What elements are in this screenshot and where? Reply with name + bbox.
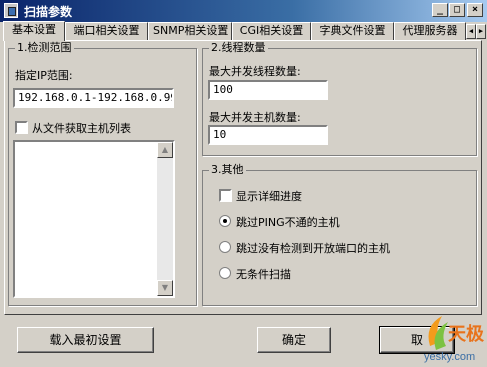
unconditional-scan-label: 无条件扫描 — [236, 268, 291, 281]
max-threads-label: 最大并发线程数量: — [209, 65, 301, 78]
skip-no-open-port-label: 跳过没有检测到开放端口的主机 — [236, 242, 390, 255]
max-hosts-label: 最大并发主机数量: — [209, 111, 301, 124]
thread-count-group-title: 2.线程数量 — [209, 41, 268, 55]
scroll-down-icon[interactable]: ▼ — [157, 280, 173, 296]
host-list-box[interactable]: ▲ ▼ — [13, 140, 175, 298]
show-progress-checkbox[interactable] — [219, 189, 232, 202]
title-bar: 扫描参数 _ □ × — [0, 0, 487, 22]
minimize-button[interactable]: _ — [432, 3, 448, 17]
window-title: 扫描参数 — [24, 5, 73, 19]
other-options-group-title: 3.其他 — [209, 163, 246, 177]
svg-text:yesky.com: yesky.com — [424, 351, 475, 363]
load-defaults-button[interactable]: 载入最初设置 — [17, 327, 154, 353]
maximize-button[interactable]: □ — [449, 3, 465, 17]
tab-proxy-server[interactable]: 代理服务器 — [394, 22, 466, 40]
show-progress-label: 显示详细进度 — [236, 190, 302, 203]
from-file-checkbox[interactable] — [15, 121, 28, 134]
skip-no-open-port-radio[interactable] — [219, 241, 231, 253]
tab-snmp-settings[interactable]: SNMP相关设置 — [148, 22, 232, 40]
from-file-label: 从文件获取主机列表 — [32, 122, 131, 135]
tab-scroll-left-button[interactable]: ◀ — [466, 24, 476, 39]
skip-ping-label: 跳过PING不通的主机 — [236, 216, 340, 229]
tab-dictionary-settings[interactable]: 字典文件设置 — [311, 22, 394, 40]
tab-cgi-settings[interactable]: CGI相关设置 — [232, 22, 311, 40]
ok-button[interactable]: 确定 — [257, 327, 331, 353]
ip-range-label: 指定IP范围: — [15, 69, 73, 82]
tab-basic-settings[interactable]: 基本设置 — [3, 21, 65, 41]
yesky-watermark-logo: 天极 yesky.com — [420, 306, 485, 364]
scan-range-group-title: 1.检测范围 — [15, 41, 74, 55]
radio-selected-dot — [223, 219, 227, 223]
max-threads-input[interactable]: 100 — [208, 80, 328, 100]
yesky-logo-icon: 天极 yesky.com — [424, 316, 485, 363]
close-button[interactable]: × — [467, 3, 483, 17]
max-hosts-input[interactable]: 10 — [208, 125, 328, 145]
svg-text:天极: 天极 — [448, 324, 484, 344]
scroll-up-icon[interactable]: ▲ — [157, 142, 173, 158]
tab-port-settings[interactable]: 端口相关设置 — [65, 22, 148, 40]
app-icon — [4, 3, 18, 18]
ip-range-input[interactable]: 192.168.0.1-192.168.0.99 — [13, 88, 174, 108]
skip-ping-radio[interactable] — [219, 215, 231, 227]
host-list-scrollbar[interactable]: ▲ ▼ — [157, 142, 173, 296]
unconditional-scan-radio[interactable] — [219, 267, 231, 279]
tab-scroll-right-button[interactable]: ▶ — [476, 24, 486, 39]
